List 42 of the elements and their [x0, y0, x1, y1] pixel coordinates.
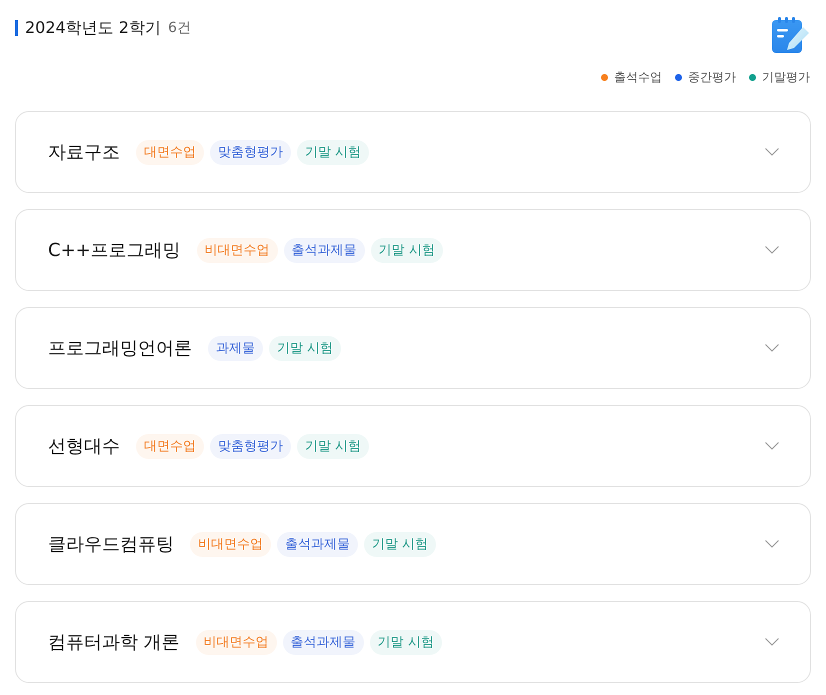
chevron-down-icon[interactable] [765, 442, 779, 450]
chevron-down-icon[interactable] [765, 638, 779, 646]
course-tag: 출석과제물 [284, 238, 365, 262]
course-title: 프로그래밍언어론 [48, 337, 192, 360]
course-tag: 기말 시험 [370, 238, 443, 262]
course-tag: 기말 시험 [297, 140, 370, 164]
legend-label: 출석수업 [614, 69, 662, 86]
course-tag: 출석과제물 [282, 630, 364, 654]
legend-label: 중간평가 [688, 69, 736, 86]
course-tag: 기말 시험 [269, 336, 342, 360]
course-title: C++프로그래밍 [48, 239, 181, 262]
accent-bar-icon [15, 20, 18, 36]
course-card[interactable]: 프로그래밍언어론 과제물 기말 시험 [15, 307, 811, 389]
chevron-down-icon[interactable] [765, 148, 779, 156]
course-card[interactable]: 선형대수 대면수업 맞춤형평가 기말 시험 [15, 405, 811, 487]
course-tag: 기말 시험 [297, 434, 370, 458]
course-card[interactable]: 자료구조 대면수업 맞춤형평가 기말 시험 [15, 111, 811, 193]
semester-title: 2024학년도 2학기 [25, 18, 161, 38]
course-tag: 비대면수업 [190, 532, 271, 556]
course-tag: 비대면수업 [196, 630, 277, 654]
course-title: 자료구조 [48, 141, 120, 164]
course-tag: 대면수업 [136, 140, 204, 164]
course-card[interactable]: 클라우드컴퓨팅 비대면수업 출석과제물 기말 시험 [15, 503, 811, 585]
course-card[interactable]: 컴퓨터과학 개론 비대면수업 출석과제물 기말 시험 [15, 601, 811, 683]
course-card[interactable]: C++프로그래밍 비대면수업 출석과제물 기말 시험 [15, 209, 811, 291]
course-tag: 대면수업 [136, 434, 204, 458]
course-tag: 비대면수업 [196, 238, 278, 262]
course-tag: 출석과제물 [277, 532, 358, 556]
course-tag: 기말 시험 [370, 630, 442, 654]
course-count: 6건 [168, 19, 191, 37]
notepad-pencil-icon[interactable] [772, 17, 810, 53]
legend-label: 기말평가 [762, 69, 810, 86]
course-tag: 기말 시험 [364, 532, 436, 556]
course-title: 클라우드컴퓨팅 [48, 533, 174, 556]
chevron-down-icon[interactable] [765, 246, 779, 254]
course-tag: 맞춤형평가 [210, 140, 291, 164]
course-title: 선형대수 [48, 435, 120, 458]
chevron-down-icon[interactable] [765, 344, 779, 352]
chevron-down-icon[interactable] [765, 540, 779, 548]
course-tag: 과제물 [208, 336, 263, 360]
course-title: 컴퓨터과학 개론 [48, 631, 180, 654]
course-tag: 맞춤형평가 [210, 434, 291, 458]
